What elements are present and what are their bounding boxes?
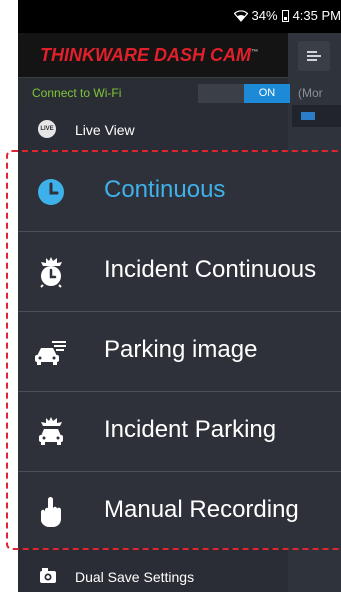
menu-item-label: Parking image: [104, 336, 258, 363]
video-icon: [301, 112, 315, 120]
parked-car-icon: [35, 341, 66, 365]
menu-item-continuous[interactable]: Continuous: [18, 152, 341, 232]
trademark-mark: ™: [251, 49, 258, 56]
battery-icon: [281, 9, 289, 22]
battery-percent: 34%: [251, 8, 278, 23]
wifi-row[interactable]: Connect to Wi-Fi ON: [18, 77, 290, 108]
clock-icon: [38, 179, 64, 205]
app-partial-label: (Mor: [298, 86, 323, 100]
brand-name: THINKWARE DASH CAM: [40, 45, 251, 65]
status-bar: 34% 4:35 PM: [18, 0, 341, 33]
menu-item-incident-parking[interactable]: Incident Parking: [18, 392, 341, 472]
menu-item-label: Manual Recording: [104, 496, 299, 523]
clock-time: 4:35 PM: [292, 8, 341, 23]
hand-pointer-icon: [41, 497, 61, 527]
camera-icon: [40, 568, 56, 583]
dual-save-label: Dual Save Settings: [75, 569, 195, 585]
app-row: [292, 105, 341, 127]
brand-logo: THINKWARE DASH CAM™: [40, 45, 258, 66]
drawer-header: THINKWARE DASH CAM™: [18, 33, 288, 77]
toggle-on-label: ON: [244, 84, 290, 103]
alarm-clock-icon: [40, 257, 62, 288]
phone-screen: 34% 4:35 PM (Mor THINKWARE DASH CAM™ Con…: [18, 0, 341, 592]
menu-icon[interactable]: [298, 41, 330, 71]
drawer-item-live-view[interactable]: LIVE Live View: [18, 108, 288, 148]
wifi-label: Connect to Wi-Fi: [32, 86, 122, 100]
wifi-signal-icon: [233, 9, 248, 22]
menu-item-label: Incident Continuous: [104, 256, 317, 283]
menu-item-parking-image[interactable]: Parking image: [18, 312, 341, 392]
page-margin: [0, 0, 18, 592]
menu-item-manual-recording[interactable]: Manual Recording: [18, 472, 341, 552]
live-icon: LIVE: [38, 120, 56, 138]
drawer-item-dual-save-settings[interactable]: Dual Save Settings: [18, 558, 288, 592]
recording-mode-menu: Continuous Incident Continuous Parking i…: [18, 152, 341, 548]
live-view-label: Live View: [75, 122, 135, 138]
menu-item-incident-continuous[interactable]: Incident Continuous: [18, 232, 341, 312]
menu-item-label: Incident Parking: [104, 416, 277, 443]
wifi-toggle[interactable]: ON: [198, 84, 290, 103]
car-impact-icon: [39, 417, 63, 445]
menu-item-label: Continuous: [104, 176, 226, 203]
